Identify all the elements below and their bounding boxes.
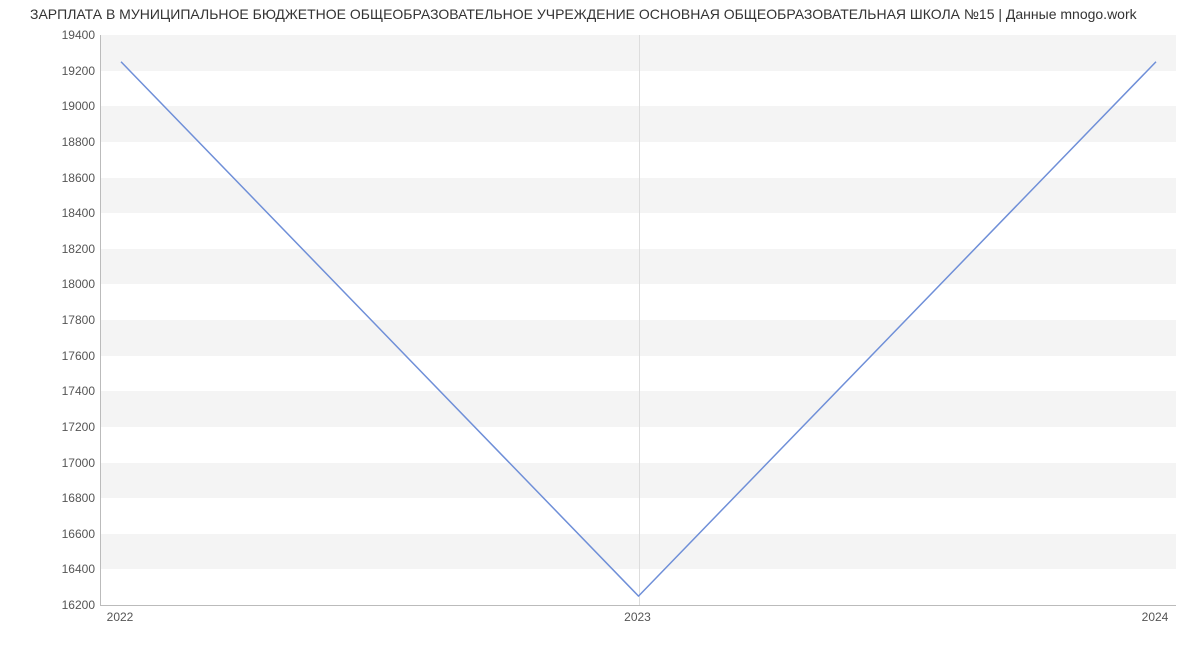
y-tick-label: 18800	[35, 135, 95, 149]
chart-container: ЗАРПЛАТА В МУНИЦИПАЛЬНОЕ БЮДЖЕТНОЕ ОБЩЕО…	[0, 0, 1200, 650]
y-tick-label: 18000	[35, 277, 95, 291]
y-tick-label: 19400	[35, 28, 95, 42]
y-tick-label: 19000	[35, 99, 95, 113]
y-tick-label: 16200	[35, 598, 95, 612]
y-tick-label: 17200	[35, 420, 95, 434]
y-tick-label: 17800	[35, 313, 95, 327]
y-tick-label: 19200	[35, 64, 95, 78]
chart-line-series	[101, 35, 1176, 605]
y-tick-label: 16600	[35, 527, 95, 541]
y-tick-label: 16400	[35, 562, 95, 576]
x-tick-label: 2023	[624, 610, 651, 624]
y-tick-label: 16800	[35, 491, 95, 505]
y-tick-label: 18400	[35, 206, 95, 220]
y-tick-label: 17400	[35, 384, 95, 398]
x-tick-label: 2022	[107, 610, 134, 624]
y-tick-label: 18600	[35, 171, 95, 185]
y-tick-label: 17600	[35, 349, 95, 363]
plot-area	[100, 35, 1176, 606]
x-tick-label: 2024	[1142, 610, 1169, 624]
chart-title: ЗАРПЛАТА В МУНИЦИПАЛЬНОЕ БЮДЖЕТНОЕ ОБЩЕО…	[30, 6, 1190, 22]
y-tick-label: 18200	[35, 242, 95, 256]
y-tick-label: 17000	[35, 456, 95, 470]
